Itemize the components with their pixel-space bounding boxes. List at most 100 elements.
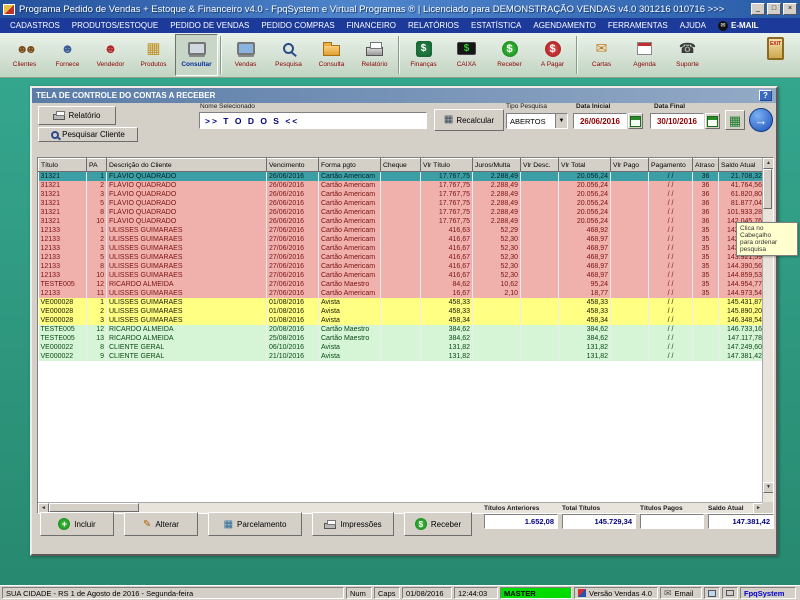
scroll-up-icon[interactable]: ▲: [763, 158, 774, 169]
grid-cell: [473, 334, 521, 343]
column-header-vencimento[interactable]: Vencimento: [267, 159, 319, 172]
table-row[interactable]: TESTE00513RICARDO ALMEIDA25/08/2016Cartã…: [39, 334, 765, 343]
search-type-select[interactable]: ABERTOS ▼: [506, 113, 568, 129]
menu-item-produtos-estoque[interactable]: PRODUTOS/ESTOQUE: [66, 18, 164, 33]
toolbar-button-produtos[interactable]: Produtos: [132, 34, 175, 76]
column-header-pa[interactable]: PA: [87, 159, 107, 172]
search-client-button[interactable]: Pesquisar Cliente: [38, 127, 138, 142]
menu-item-agendamento[interactable]: AGENDAMENTO: [527, 18, 602, 33]
menu-item-pedido-compras[interactable]: PEDIDO COMPRAS: [255, 18, 340, 33]
scroll-down-icon[interactable]: ▼: [763, 482, 774, 493]
menu-item-estatistica[interactable]: ESTATÍSTICA: [465, 18, 527, 33]
toolbar-button-exit[interactable]: EXIT: [754, 34, 797, 76]
toolbar-button-agenda[interactable]: Agenda: [623, 34, 666, 76]
toolbar-button-pesquisa[interactable]: Pesquisa: [267, 34, 310, 76]
date-end-input[interactable]: [650, 113, 704, 129]
vertical-scroll-thumb[interactable]: [763, 169, 772, 209]
toolbar-button-suporte[interactable]: Suporte: [666, 34, 709, 76]
column-header-juros-multa[interactable]: Juros/Multa: [473, 159, 521, 172]
table-row[interactable]: TESTE00512RICARDO ALMEIDA27/06/2016Cartã…: [39, 280, 765, 289]
table-row[interactable]: 121332ULISSES GUIMARAES27/06/2016Cartão …: [39, 235, 765, 244]
vertical-scrollbar[interactable]: ▲ ▼: [762, 158, 773, 504]
table-row[interactable]: 121333ULISSES GUIMARAES27/06/2016Cartão …: [39, 244, 765, 253]
column-header-titulo[interactable]: Título: [39, 159, 87, 172]
grid-cell: Avista: [319, 343, 381, 352]
table-row[interactable]: 121331ULISSES GUIMARAES27/06/2016Cartão …: [39, 226, 765, 235]
column-header-forma-pgto[interactable]: Forma pgto: [319, 159, 381, 172]
table-row[interactable]: 313211FLÁVIO QUADRADO26/06/2016Cartão Am…: [39, 172, 765, 182]
grid-cell: FLÁVIO QUADRADO: [107, 190, 267, 199]
chevron-down-icon[interactable]: ▼: [555, 114, 567, 128]
column-header-vlr-titulo[interactable]: Vlr Título: [421, 159, 473, 172]
table-row[interactable]: 3132110FLÁVIO QUADRADO26/06/2016Cartão A…: [39, 217, 765, 226]
summary-value: [640, 514, 704, 529]
toolbar-button-cartas[interactable]: Cartas: [580, 34, 623, 76]
table-row[interactable]: 313213FLÁVIO QUADRADO26/06/2016Cartão Am…: [39, 190, 765, 199]
toolbar-button-clientes[interactable]: Clientes: [3, 34, 46, 76]
grid-cell: 458,33: [559, 298, 611, 307]
close-button[interactable]: ×: [783, 3, 797, 15]
menu-item-ajuda[interactable]: AJUDA: [674, 18, 712, 33]
toolbar-button-relatorio[interactable]: Relatório: [353, 34, 396, 76]
date-start-calendar-button[interactable]: [628, 113, 643, 129]
toolbar-button-vendas[interactable]: Vendas: [224, 34, 267, 76]
table-row[interactable]: 1213311ULISSES GUIMARAES27/06/2016Cartão…: [39, 289, 765, 298]
toolbar-button-receber[interactable]: Receber: [488, 34, 531, 76]
table-row[interactable]: VE0000228CLIENTE GERAL06/10/2016Avista13…: [39, 343, 765, 352]
selected-name-input[interactable]: [199, 112, 427, 129]
date-start-input[interactable]: [573, 113, 627, 129]
grid-cell: 26/06/2016: [267, 199, 319, 208]
table-row[interactable]: 121338ULISSES GUIMARAES27/06/2016Cartão …: [39, 262, 765, 271]
menu-item-pedido-de-vendas[interactable]: PEDIDO DE VENDAS: [164, 18, 255, 33]
table-row[interactable]: 121335ULISSES GUIMARAES27/06/2016Cartão …: [39, 253, 765, 262]
table-row[interactable]: VE0000282ULISSES GUIMARAES01/08/2016Avis…: [39, 307, 765, 316]
table-row[interactable]: VE0000281ULISSES GUIMARAES01/08/2016Avis…: [39, 298, 765, 307]
toolbar-button-caixa[interactable]: CAIXA: [445, 34, 488, 76]
grid-cell: 84,62: [421, 280, 473, 289]
help-button[interactable]: ?: [759, 90, 772, 101]
export-grid-button[interactable]: ▦: [725, 110, 745, 130]
column-header-atraso[interactable]: Atraso: [693, 159, 719, 172]
impressoes-button[interactable]: Impressões: [312, 512, 394, 536]
menu-item-financeiro[interactable]: FINANCEIRO: [341, 18, 402, 33]
horizontal-scroll-thumb[interactable]: [49, 503, 139, 512]
table-row[interactable]: VE0000229CLIENTE GERAL21/10/2016Avista13…: [39, 352, 765, 361]
table-row[interactable]: VE0000283ULISSES GUIMARAES01/08/2016Avis…: [39, 316, 765, 325]
toolbar-button-consultar[interactable]: Consultar: [175, 34, 218, 76]
grid-cell: 147.117,78: [719, 334, 765, 343]
menu-item-relatorios[interactable]: RELATÓRIOS: [402, 18, 465, 33]
table-row[interactable]: 313218FLÁVIO QUADRADO26/06/2016Cartão Am…: [39, 208, 765, 217]
receber-button[interactable]: $Receber: [404, 512, 472, 536]
table-row[interactable]: 313215FLÁVIO QUADRADO26/06/2016Cartão Am…: [39, 199, 765, 208]
maximize-button[interactable]: □: [767, 3, 781, 15]
toolbar-button-fornece[interactable]: Fornece: [46, 34, 89, 76]
column-header-vlr-pago[interactable]: Vlr Pago: [611, 159, 649, 172]
column-header-vlr-desc[interactable]: Vlr Desc.: [521, 159, 559, 172]
column-header-cheque[interactable]: Cheque: [381, 159, 421, 172]
grid-cell: Cartão Americam: [319, 199, 381, 208]
column-header-saldo-atual[interactable]: Saldo Atual: [719, 159, 765, 172]
toolbar-button-vendedor[interactable]: Vendedor: [89, 34, 132, 76]
date-end-calendar-button[interactable]: [705, 113, 720, 129]
grid-cell: [611, 217, 649, 226]
column-header-vlr-total[interactable]: Vlr Total: [559, 159, 611, 172]
grid-cell: 2.288,49: [473, 190, 521, 199]
column-header-descricao-do-cliente[interactable]: Descrição do Cliente: [107, 159, 267, 172]
minimize-button[interactable]: _: [751, 3, 765, 15]
menu-item-ferramentas[interactable]: FERRAMENTAS: [602, 18, 674, 33]
menu-item-email[interactable]: E-MAIL: [731, 21, 759, 30]
parcelamento-button[interactable]: ▦Parcelamento: [208, 512, 302, 536]
alterar-button[interactable]: ✎Alterar: [124, 512, 198, 536]
report-button[interactable]: Relatório: [38, 106, 116, 125]
toolbar-button-consulta[interactable]: Consulta: [310, 34, 353, 76]
toolbar-button-a-pagar[interactable]: A Pagar: [531, 34, 574, 76]
table-row[interactable]: TESTE00512RICARDO ALMEIDA20/08/2016Cartã…: [39, 325, 765, 334]
toolbar-button-financas[interactable]: Finanças: [402, 34, 445, 76]
column-header-pagamento[interactable]: Pagamento: [649, 159, 693, 172]
table-row[interactable]: 1213310ULISSES GUIMARAES27/06/2016Cartão…: [39, 271, 765, 280]
go-refresh-button[interactable]: →: [749, 108, 773, 132]
recalculate-button[interactable]: ▦ Recalcular: [434, 109, 504, 131]
incluir-button[interactable]: +Incluir: [40, 512, 114, 536]
table-row[interactable]: 313212FLÁVIO QUADRADO26/06/2016Cartão Am…: [39, 181, 765, 190]
menu-item-cadastros[interactable]: CADASTROS: [4, 18, 66, 33]
